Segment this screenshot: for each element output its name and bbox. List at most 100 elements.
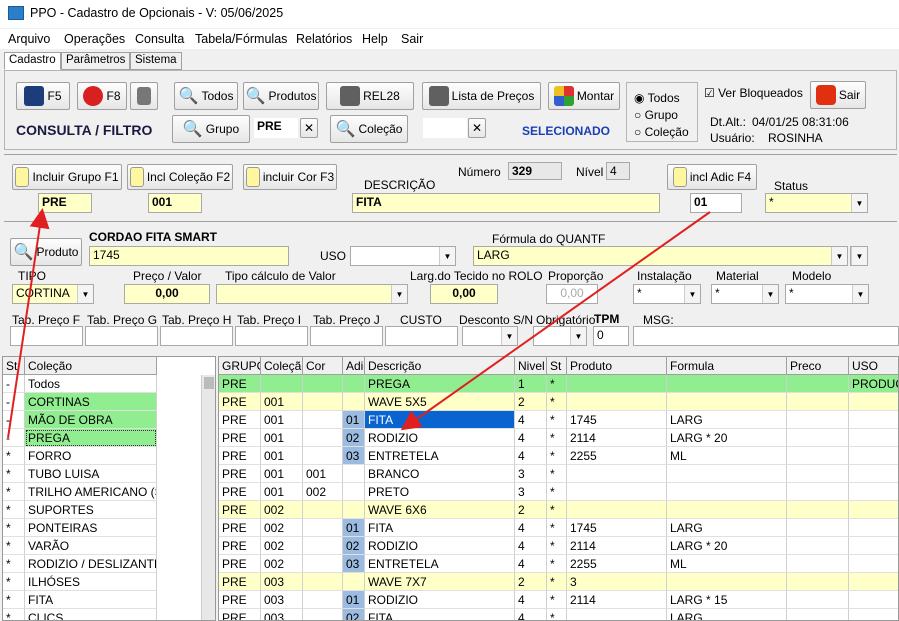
colecao-list-item[interactable]: * RODIZIO / DESLIZANTE [3, 555, 215, 573]
col-header-nivel[interactable]: Nivel [515, 357, 547, 375]
ver-bloqueados-checkbox[interactable]: ☑ Ver Bloqueados [704, 86, 803, 100]
clear-colecao-button[interactable]: ✕ [468, 118, 486, 138]
col-header-colecao[interactable]: Coleção [25, 357, 157, 375]
col-header-st[interactable]: St [3, 357, 25, 375]
colecao-list-item[interactable]: - CORTINAS [3, 393, 215, 411]
grupo-search-button[interactable]: 🔍 Grupo [172, 115, 250, 143]
col-header-formula[interactable]: Formula [667, 357, 787, 375]
menu-consulta[interactable]: Consulta [135, 32, 184, 46]
tab-preco-f-field[interactable] [10, 326, 83, 346]
uso-select[interactable]: ▼ [350, 246, 456, 266]
colecao-list-item[interactable]: - PREGA [3, 429, 215, 447]
produto-codigo-field[interactable]: 1745 [89, 246, 289, 266]
montar-button[interactable]: Montar [548, 82, 620, 110]
modelo-select[interactable]: * ▼ [785, 284, 869, 304]
menu-operacoes[interactable]: Operações [64, 32, 125, 46]
col-header-adic[interactable]: Adic [343, 357, 365, 375]
radio-colecao[interactable]: ○ Coleção [634, 125, 689, 139]
formula-select[interactable]: LARG ▼ [473, 246, 848, 266]
table-row[interactable]: PRE 002 WAVE 6X6 2 * [219, 501, 898, 519]
colecao-filter-input[interactable] [423, 118, 467, 138]
col-header-cor[interactable]: Cor [303, 357, 343, 375]
menu-relatorios[interactable]: Relatórios [296, 32, 352, 46]
desconto-select[interactable]: ▼ [462, 326, 518, 346]
lista-precos-button[interactable]: Lista de Preços [422, 82, 541, 110]
incluir-grupo-button[interactable]: Incluir Grupo F1 [12, 164, 122, 190]
status-select[interactable]: * ▼ [765, 193, 868, 213]
sair-button[interactable]: Sair [810, 81, 866, 109]
tab-preco-i-field[interactable] [235, 326, 308, 346]
col-header-uso[interactable]: USO [849, 357, 898, 375]
formula-dropdown-button[interactable]: ▼ [850, 246, 868, 266]
tipo-calculo-select[interactable]: ▼ [216, 284, 408, 304]
table-row[interactable]: PRE 001 02 RODIZIO 4 * 2114 LARG * 20 [219, 429, 898, 447]
cancel-f8-button[interactable]: F8 [77, 82, 127, 110]
grupo-filter-input[interactable]: PRE [254, 118, 298, 138]
col-header-grupo[interactable]: GRUPO [219, 357, 261, 375]
tab-preco-h-field[interactable] [160, 326, 233, 346]
rel28-button[interactable]: REL28 [326, 82, 414, 110]
radio-todos[interactable]: ◉ Todos [634, 91, 680, 105]
menu-sair[interactable]: Sair [401, 32, 423, 46]
instalacao-select[interactable]: * ▼ [633, 284, 701, 304]
colecao-field[interactable]: 001 [148, 193, 202, 213]
colecao-list-item[interactable]: * SUPORTES [3, 501, 215, 519]
table-row[interactable]: PRE 001 001 BRANCO 3 * [219, 465, 898, 483]
grupo-field[interactable]: PRE [38, 193, 92, 213]
col-header-colecao[interactable]: Coleção [261, 357, 303, 375]
clear-grupo-button[interactable]: ✕ [300, 118, 318, 138]
tab-parametros[interactable]: Parâmetros [61, 52, 131, 70]
col-header-st[interactable]: St [547, 357, 567, 375]
colecao-list-item[interactable]: * TUBO LUISA [3, 465, 215, 483]
colecao-list-item[interactable]: - MÃO DE OBRA [3, 411, 215, 429]
table-row[interactable]: PRE 003 WAVE 7X7 2 * 3 [219, 573, 898, 591]
tab-sistema[interactable]: Sistema [130, 52, 182, 70]
custo-field[interactable] [385, 326, 458, 346]
colecao-list-item[interactable]: * PONTEIRAS [3, 519, 215, 537]
col-header-preco[interactable]: Preco [787, 357, 849, 375]
table-row[interactable]: PRE 002 01 FITA 4 * 1745 LARG [219, 519, 898, 537]
incl-colecao-button[interactable]: Incl Coleção F2 [127, 164, 233, 190]
colecao-list-item[interactable]: * FITA [3, 591, 215, 609]
radio-grupo[interactable]: ○ Grupo [634, 108, 678, 122]
delete-button[interactable] [130, 82, 158, 110]
proporcao-field[interactable]: 0,00 [546, 284, 598, 304]
menu-help[interactable]: Help [362, 32, 388, 46]
tipo-select[interactable]: CORTINA ▼ [12, 284, 94, 304]
save-f5-button[interactable]: F5 [16, 82, 70, 110]
colecao-list-item[interactable]: * VARÃO [3, 537, 215, 555]
produto-button[interactable]: 🔍 Produto [10, 238, 82, 266]
table-row[interactable]: PRE 001 WAVE 5X5 2 * [219, 393, 898, 411]
table-row[interactable]: PRE 003 01 RODIZIO 4 * 2114 LARG * 15 [219, 591, 898, 609]
adic-field[interactable]: 01 [690, 193, 742, 213]
col-header-descricao[interactable]: Descrição [365, 357, 515, 375]
tab-preco-j-field[interactable] [310, 326, 383, 346]
table-row[interactable]: PRE PREGA1* PRODUCAO [219, 375, 898, 393]
tab-cadastro[interactable]: Cadastro [4, 52, 61, 70]
material-select[interactable]: * ▼ [711, 284, 779, 304]
table-row[interactable]: PRE 002 02 RODIZIO 4 * 2114 LARG * 20 [219, 537, 898, 555]
table-row[interactable]: PRE 001 03 ENTRETELA 4 * 2255 ML [219, 447, 898, 465]
descricao-field[interactable]: FITA [352, 193, 660, 213]
table-row[interactable]: PRE 002 03 ENTRETELA 4 * 2255 ML [219, 555, 898, 573]
colecao-list-item[interactable]: - Todos [3, 375, 215, 393]
colecao-search-button[interactable]: 🔍 Coleção [330, 115, 408, 143]
colecao-scrollbar[interactable] [201, 375, 215, 620]
colecao-list-item[interactable]: * CLICS [3, 609, 215, 620]
menu-tabela-formulas[interactable]: Tabela/Fórmulas [195, 32, 287, 46]
msg-field[interactable] [633, 326, 899, 346]
table-row[interactable]: PRE 003 02 FITA 4 * LARG [219, 609, 898, 620]
largura-field[interactable]: 0,00 [430, 284, 498, 304]
table-row[interactable]: PRE 001 002 PRETO 3 * [219, 483, 898, 501]
obrigatorio-select[interactable]: ▼ [533, 326, 587, 346]
colecao-list-item[interactable]: *TRILHO AMERICANO (SIDN [3, 483, 215, 501]
produtos-button[interactable]: 🔍 Produtos [243, 82, 319, 110]
scroll-thumb[interactable] [204, 377, 214, 389]
incl-adic-button[interactable]: incl Adic F4 [667, 164, 757, 190]
tab-preco-g-field[interactable] [85, 326, 158, 346]
tpm-field[interactable]: 0 [593, 326, 629, 346]
colecao-list-item[interactable]: * FORRO [3, 447, 215, 465]
col-header-produto[interactable]: Produto [567, 357, 667, 375]
colecao-list-item[interactable]: * ILHÓSES [3, 573, 215, 591]
preco-field[interactable]: 0,00 [124, 284, 210, 304]
